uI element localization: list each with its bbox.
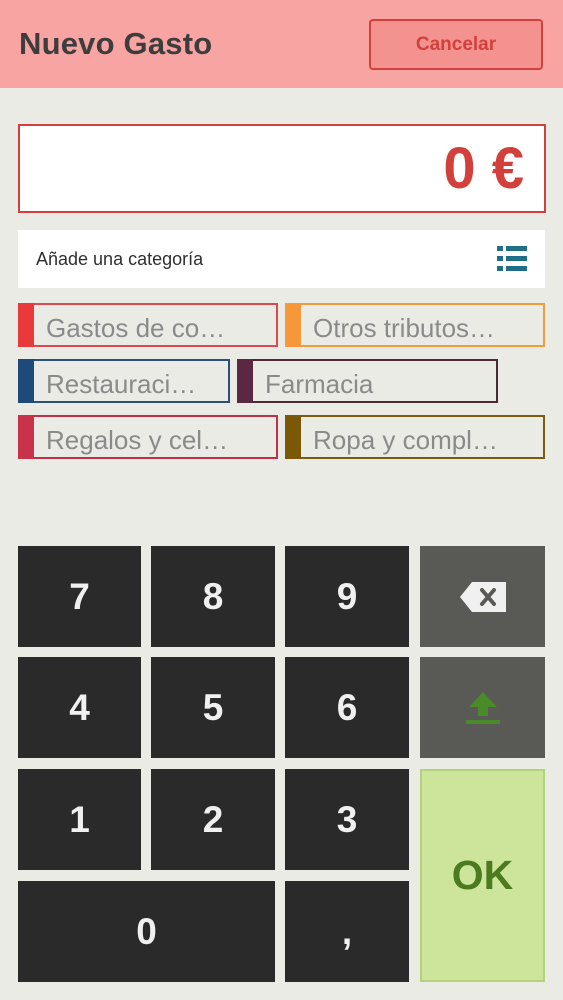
category-chip-farmacia[interactable]: Farmacia xyxy=(237,359,498,403)
chip-color-stripe xyxy=(237,359,253,403)
chip-color-stripe xyxy=(18,303,34,347)
category-chip-regalos[interactable]: Regalos y cel… xyxy=(18,415,278,459)
upload-button[interactable] xyxy=(420,657,545,758)
chip-color-stripe xyxy=(18,359,34,403)
category-placeholder: Añade una categoría xyxy=(36,249,204,269)
chip-color-stripe xyxy=(285,303,301,347)
key-4[interactable]: 4 xyxy=(18,657,141,758)
key-7[interactable]: 7 xyxy=(18,546,141,647)
page-title: Nuevo Gasto xyxy=(19,26,213,61)
chip-label: Gastos de co… xyxy=(46,313,226,343)
upload-icon xyxy=(465,691,500,724)
key-8[interactable]: 8 xyxy=(151,546,275,647)
category-chip-gastos[interactable]: Gastos de co… xyxy=(18,303,278,347)
key-6[interactable]: 6 xyxy=(285,657,409,758)
chip-label: Regalos y cel… xyxy=(46,425,229,455)
chip-label: Ropa y compl… xyxy=(313,425,498,455)
amount-display[interactable]: 0 € xyxy=(18,124,546,213)
category-chip-restauracion[interactable]: Restauraci… xyxy=(18,359,230,403)
header-bar: Nuevo Gasto Cancelar xyxy=(0,0,563,88)
chip-label: Otros tributos… xyxy=(313,313,496,343)
cancel-button[interactable]: Cancelar xyxy=(369,19,543,70)
key-comma[interactable]: , xyxy=(285,881,409,982)
list-icon[interactable] xyxy=(497,244,527,274)
backspace-button[interactable] xyxy=(420,546,545,647)
category-chip-ropa[interactable]: Ropa y compl… xyxy=(285,415,545,459)
chip-label: Farmacia xyxy=(265,369,374,399)
category-selector[interactable]: Añade una categoría xyxy=(18,230,545,288)
chip-label: Restauraci… xyxy=(46,369,197,399)
key-5[interactable]: 5 xyxy=(151,657,275,758)
key-3[interactable]: 3 xyxy=(285,769,409,870)
key-2[interactable]: 2 xyxy=(151,769,275,870)
backspace-icon xyxy=(459,581,506,612)
chip-color-stripe xyxy=(18,415,34,459)
category-chip-otros-tributos[interactable]: Otros tributos… xyxy=(285,303,545,347)
key-1[interactable]: 1 xyxy=(18,769,141,870)
key-0[interactable]: 0 xyxy=(18,881,275,982)
chip-color-stripe xyxy=(285,415,301,459)
ok-button[interactable]: OK xyxy=(420,769,545,982)
key-9[interactable]: 9 xyxy=(285,546,409,647)
